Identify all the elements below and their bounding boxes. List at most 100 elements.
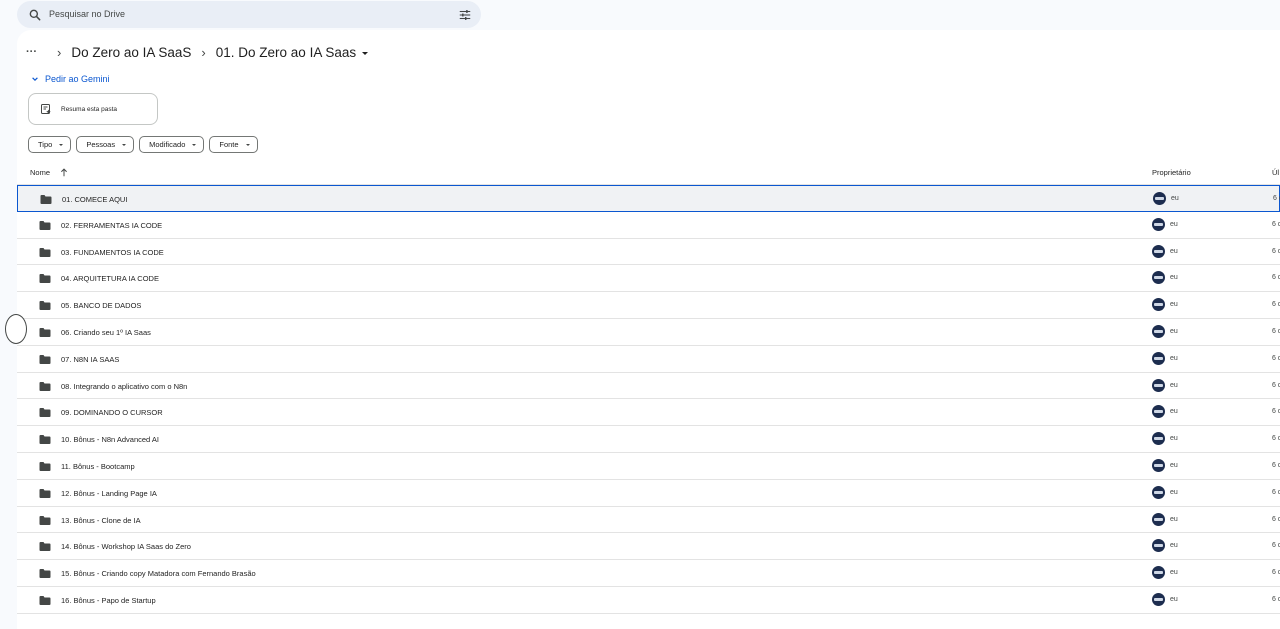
file-name: 01. COMECE AQUI xyxy=(62,195,128,204)
last-modified: 6 d xyxy=(1272,354,1280,362)
search-input[interactable]: Pesquisar no Drive xyxy=(49,9,125,19)
table-row[interactable]: 06. Criando seu 1º IA Saas eu 6 d xyxy=(17,319,1280,346)
last-modified: 6 d xyxy=(1272,515,1280,523)
breadcrumb-separator-icon: › xyxy=(201,44,206,60)
avatar xyxy=(1152,458,1165,472)
folder-icon xyxy=(39,435,51,445)
chevron-down-icon xyxy=(59,143,64,146)
tune-icon[interactable] xyxy=(458,8,472,22)
summary-icon xyxy=(41,104,51,114)
column-header-name-label: Nome xyxy=(30,168,51,177)
folder-icon xyxy=(39,354,51,364)
column-header-name[interactable]: Nome xyxy=(30,168,68,177)
last-modified: 6 d xyxy=(1272,595,1280,603)
breadcrumb-current-label: 01. Do Zero ao IA Saas xyxy=(215,44,357,60)
folder-icon xyxy=(39,408,51,418)
filter-people-label: Pessoas xyxy=(86,140,116,149)
file-name: 09. DOMINANDO O CURSOR xyxy=(61,408,163,418)
last-modified: 6 d xyxy=(1272,488,1280,496)
side-panel-handle[interactable] xyxy=(5,314,27,344)
table-row[interactable]: 14. Bônus - Workshop IA Saas do Zero eu 6 … xyxy=(17,533,1280,561)
avatar xyxy=(1152,592,1165,606)
file-name: 02. FERRAMENTAS IA CODE xyxy=(61,220,163,230)
table-row[interactable]: 04. ARQUITETURA IA CODE eu 6 d xyxy=(17,265,1280,293)
last-modified: 6 d xyxy=(1272,461,1280,469)
table-row[interactable]: 05. BANCO DE DADOS eu 6 d xyxy=(17,292,1280,319)
chevron-down-icon xyxy=(192,143,197,146)
breadcrumb-more-button[interactable]: ··· xyxy=(26,46,37,58)
folder-icon xyxy=(40,195,52,204)
file-name: 06. Criando seu 1º IA Saas xyxy=(61,327,151,337)
chevron-down-icon xyxy=(362,51,369,55)
owner-label: eu xyxy=(1170,354,1178,362)
file-name: 07. N8N IA SAAS xyxy=(61,354,120,364)
last-modified: 6 d xyxy=(1272,220,1280,228)
folder-icon xyxy=(39,247,51,257)
last-modified: 6 d xyxy=(1272,435,1280,443)
arrow-up-icon[interactable] xyxy=(60,168,68,177)
owner-label: eu xyxy=(1170,247,1178,255)
owner-label: eu xyxy=(1170,595,1178,603)
avatar xyxy=(1152,512,1165,526)
file-name: 10. Bônus - N8n Advanced AI xyxy=(61,435,159,445)
table-row[interactable]: 16. Bônus - Papo de Startup eu 6 d xyxy=(17,587,1280,614)
file-name: 15. Bônus - Criando copy Matadora com Fe… xyxy=(61,569,256,579)
filter-people[interactable]: Pessoas xyxy=(76,136,135,153)
breadcrumb: ··· › Do Zero ao IA SaaS › 01. Do Zero a… xyxy=(26,42,369,62)
breadcrumb-item-parent[interactable]: Do Zero ao IA SaaS xyxy=(71,45,191,60)
filter-type[interactable]: Tipo xyxy=(28,136,72,153)
column-header-last-modified[interactable]: Úl xyxy=(1272,168,1279,177)
gemini-toggle[interactable]: Pedir ao Gemini xyxy=(31,74,110,84)
owner-label: eu xyxy=(1170,274,1178,282)
folder-icon xyxy=(39,327,51,337)
folder-icon xyxy=(39,274,51,284)
table-row[interactable]: 13. Bônus - Clone de IA eu 6 d xyxy=(17,507,1280,534)
filter-source[interactable]: Fonte xyxy=(209,136,258,153)
owner-label: eu xyxy=(1170,301,1178,309)
last-modified: 6 d xyxy=(1272,542,1280,550)
avatar xyxy=(1152,271,1165,285)
search-bar[interactable]: Pesquisar no Drive xyxy=(17,1,481,28)
avatar xyxy=(1152,298,1165,312)
owner-label: eu xyxy=(1170,488,1178,496)
table-row[interactable]: 07. N8N IA SAAS eu 6 d xyxy=(17,346,1280,373)
table-row[interactable]: 01. COMECE AQUI eu 6 d xyxy=(17,185,1280,212)
table-row[interactable]: 08. Integrando o aplicativo com o N8n eu 6… xyxy=(17,373,1280,400)
search-icon xyxy=(29,9,41,21)
owner-label: eu xyxy=(1170,542,1178,550)
table-row[interactable]: 09. DOMINANDO O CURSOR eu 6 d xyxy=(17,399,1280,427)
main-content: ··· › Do Zero ao IA SaaS › 01. Do Zero a… xyxy=(5,30,1280,629)
table-row[interactable]: 02. FERRAMENTAS IA CODE eu 6 d xyxy=(17,212,1280,239)
folder-icon xyxy=(39,488,51,498)
last-modified: 6 d xyxy=(1272,381,1280,389)
folder-icon xyxy=(39,542,51,552)
table-row[interactable]: 10. Bônus - N8n Advanced AI eu 6 d xyxy=(17,426,1280,453)
table-row[interactable]: 11. Bônus - Bootcamp eu 6 d xyxy=(17,453,1280,480)
table-row[interactable]: 15. Bônus - Criando copy Matadora com Fe… xyxy=(17,560,1280,587)
last-modified: 6 d xyxy=(1272,247,1280,255)
avatar xyxy=(1152,324,1165,338)
column-header-owner[interactable]: Proprietário xyxy=(1152,168,1191,177)
breadcrumb-separator-icon: › xyxy=(57,44,62,60)
file-name: 04. ARQUITETURA IA CODE xyxy=(61,274,159,284)
folder-icon xyxy=(39,515,51,525)
breadcrumb-item-current[interactable]: 01. Do Zero ao IA Saas xyxy=(215,44,369,60)
gemini-label: Pedir ao Gemini xyxy=(45,74,110,84)
folder-icon xyxy=(39,569,51,579)
table-row[interactable]: 03. FUNDAMENTOS IA CODE eu 6 d xyxy=(17,239,1280,266)
avatar xyxy=(1152,378,1165,392)
owner-label: eu xyxy=(1170,408,1178,416)
file-name: 14. Bônus - Workshop IA Saas do Zero xyxy=(61,542,191,552)
file-name: 05. BANCO DE DADOS xyxy=(61,301,142,311)
owner-label: eu xyxy=(1170,461,1178,469)
file-name: 13. Bônus - Clone de IA xyxy=(61,515,141,525)
top-bar: Pesquisar no Drive xyxy=(0,0,1280,30)
filter-modified[interactable]: Modificado xyxy=(139,136,205,153)
summarize-folder-button[interactable]: Resuma esta pasta xyxy=(28,93,158,125)
avatar xyxy=(1152,485,1165,499)
last-modified: 6 d xyxy=(1272,408,1280,416)
table-header: Nome Proprietário Úl xyxy=(17,160,1280,185)
summarize-folder-label: Resuma esta pasta xyxy=(61,105,118,113)
file-name: 16. Bônus - Papo de Startup xyxy=(61,595,156,605)
table-row[interactable]: 12. Bônus - Landing Page IA eu 6 d xyxy=(17,480,1280,507)
